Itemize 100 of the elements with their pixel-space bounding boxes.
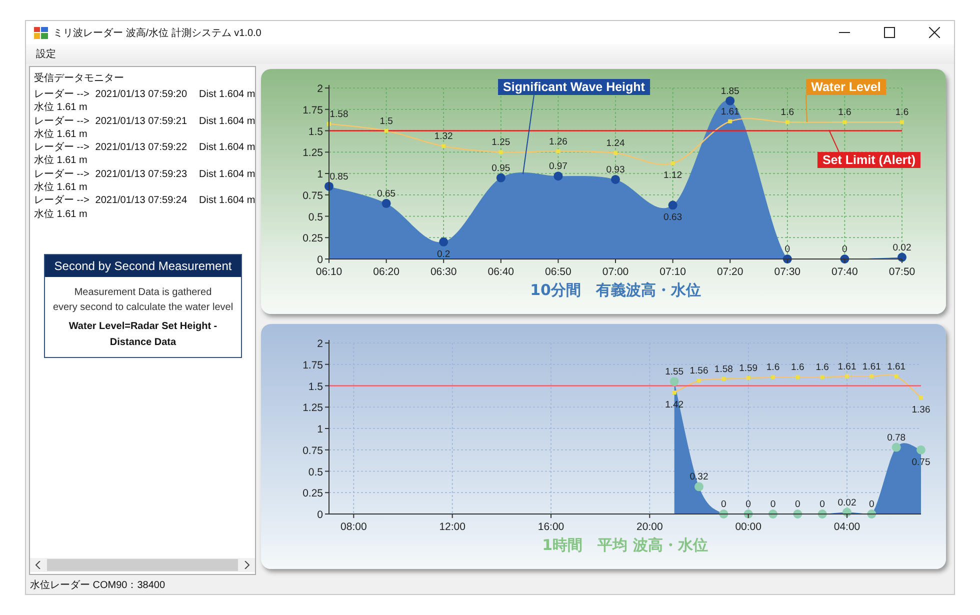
data-label: 1.6: [780, 107, 794, 118]
tick-label: 0.25: [302, 232, 323, 245]
data-label: 1.61: [887, 361, 906, 372]
data-point: [900, 120, 904, 124]
tick-label: 08:00: [340, 521, 367, 533]
data-point: [771, 375, 775, 380]
data-label: 1.61: [862, 361, 881, 372]
tick-label: 00:00: [735, 521, 762, 533]
data-point: [554, 172, 563, 181]
tick-label: 1: [317, 424, 323, 436]
log-source: レーダー -->: [34, 168, 90, 182]
data-point: [726, 96, 735, 106]
data-label: 1.6: [895, 107, 909, 118]
data-point: [324, 182, 334, 191]
data-label: 0.85: [330, 171, 348, 182]
tick-label: 1.25: [302, 402, 323, 414]
data-label: 0.75: [912, 456, 930, 468]
data-label: 1.32: [434, 131, 453, 142]
data-label: 0: [842, 244, 848, 255]
data-point: [442, 144, 446, 148]
tick-label: 1.75: [302, 104, 323, 116]
chart-title: 10分間 有義波高・水位: [530, 281, 701, 299]
data-label: 0.97: [548, 161, 568, 172]
log-time: 2021/01/13 07:59:24: [95, 194, 188, 208]
leader-line: [828, 130, 840, 152]
data-label: 1.6: [791, 362, 804, 374]
log-time: 2021/01/13 07:59:23: [95, 168, 188, 182]
log-water-level: 水位 1.61 m: [34, 128, 88, 142]
tick-label: 16:00: [538, 521, 564, 533]
data-point: [898, 252, 906, 262]
log-distance: Dist 1.604 m: [199, 141, 256, 154]
data-point: [498, 150, 503, 154]
data-point: [845, 374, 849, 378]
tick-label: 06:20: [373, 266, 400, 278]
data-label: 0.95: [492, 162, 510, 174]
data-point: [840, 254, 850, 264]
log-source: レーダー -->: [34, 88, 90, 102]
data-label: 1.12: [664, 170, 682, 182]
tick-label: 07:20: [716, 266, 744, 278]
close-icon[interactable]: [929, 27, 940, 38]
data-label: 0: [869, 499, 874, 510]
log-time: 2021/01/13 07:59:21: [95, 114, 188, 128]
tick-label: 07:40: [832, 266, 858, 278]
tick-label: 1.5: [308, 126, 323, 138]
data-point: [668, 200, 678, 210]
data-point: [782, 254, 792, 264]
data-label: 0.65: [377, 188, 396, 200]
data-label: 1.6: [816, 362, 829, 374]
leader-line: [806, 94, 808, 122]
data-label: 1.26: [548, 136, 568, 148]
tick-label: 1.75: [302, 359, 323, 372]
scrollbar-thumb[interactable]: [47, 559, 238, 571]
data-label: 0: [746, 499, 751, 510]
data-label: 1.61: [838, 361, 856, 372]
menu-item[interactable]: 設定: [36, 47, 56, 61]
data-point: [916, 445, 926, 454]
data-label: 0.02: [838, 497, 856, 508]
tick-label: 1.25: [302, 147, 323, 160]
data-label: 0.93: [606, 164, 625, 176]
data-point: [867, 510, 876, 518]
data-label: 0: [820, 499, 825, 510]
data-point: [768, 510, 778, 518]
data-label: 0: [721, 499, 726, 510]
maximize-icon[interactable]: [884, 27, 895, 38]
tick-label: 0.75: [302, 444, 323, 457]
app-icon: [34, 26, 48, 38]
tick-label: 06:50: [545, 266, 572, 278]
data-label: 1.36: [912, 404, 930, 416]
tick-label: 07:50: [888, 266, 916, 278]
horizontal-scrollbar[interactable]: [30, 558, 255, 572]
data-label: 0.63: [664, 212, 682, 224]
log-source: レーダー -->: [34, 194, 90, 208]
data-label: 0.78: [887, 432, 906, 444]
log-source: レーダー -->: [34, 141, 90, 154]
tick-label: 1.5: [308, 380, 323, 393]
data-point: [842, 120, 847, 124]
data-point: [793, 510, 802, 518]
data-point: [670, 376, 679, 386]
log-distance: Dist 1.604 m: [199, 168, 256, 182]
tick-label: 06:30: [430, 266, 457, 278]
scroll-left-icon[interactable]: [35, 561, 41, 569]
data-point: [728, 119, 732, 124]
log-distance: Dist 1.604 m: [199, 88, 256, 102]
log-time: 2021/01/13 07:59:22: [95, 141, 188, 154]
data-label: 1.59: [739, 363, 758, 374]
data-point: [796, 375, 800, 380]
data-point: [672, 390, 676, 395]
scroll-right-icon[interactable]: [244, 561, 250, 569]
data-point: [842, 508, 852, 517]
tick-label: 2: [317, 83, 323, 95]
tick-label: 1: [317, 168, 323, 180]
data-point: [919, 396, 923, 400]
data-label: 1.58: [714, 364, 733, 375]
tick-label: 07:00: [602, 266, 629, 278]
data-point: [670, 161, 675, 166]
data-label: 1.85: [720, 86, 740, 97]
data-label: 1.58: [330, 108, 348, 120]
log-water-level: 水位 1.61 m: [34, 181, 88, 194]
data-point: [614, 150, 618, 155]
data-point: [870, 374, 874, 378]
